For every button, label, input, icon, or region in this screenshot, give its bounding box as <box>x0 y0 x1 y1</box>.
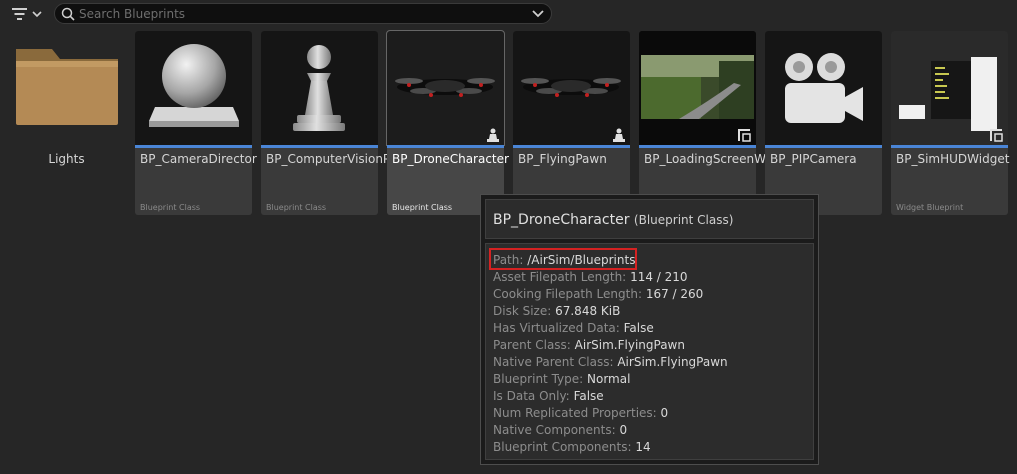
asset-type: Blueprint Class <box>266 203 327 212</box>
asset-name: BP_SimHUDWidget <box>896 152 1010 166</box>
tooltip-properties: Path: /AirSim/Blueprints Asset Filepath … <box>485 243 814 460</box>
property-value: Normal <box>587 372 631 386</box>
asset-type-bar <box>387 145 504 148</box>
property-key: Parent Class: <box>493 338 571 352</box>
asset-tile[interactable]: BP_SimHUDWidget Widget Blueprint <box>891 31 1010 215</box>
asset-tile[interactable]: BP_ComputerVisionPawn Blueprint Class <box>261 31 415 215</box>
asset-name: BP_DroneCharacter <box>392 152 509 166</box>
asset-type: Blueprint Class <box>140 203 201 212</box>
property-key: Is Data Only: <box>493 389 570 403</box>
property-row: Is Data Only: False <box>493 389 604 403</box>
property-value: 0 <box>619 423 628 437</box>
sphere-pedestal-icon <box>149 44 239 127</box>
property-value: 0 <box>660 406 669 420</box>
tooltip-asset-kind: (Blueprint Class) <box>633 213 734 227</box>
property-key: Cooking Filepath Length: <box>493 287 642 301</box>
asset-thumbnail <box>386 30 505 146</box>
filter-lines-icon <box>12 8 42 20</box>
property-row: Path: /AirSim/Blueprints <box>493 253 635 267</box>
property-row: Native Parent Class: AirSim.FlyingPawn <box>493 355 728 369</box>
search-input[interactable] <box>79 5 519 22</box>
asset-name: BP_PIPCamera <box>770 152 857 166</box>
pawn-piece-icon <box>293 45 345 131</box>
property-key: Path: <box>493 253 524 267</box>
property-key: Disk Size: <box>493 304 552 318</box>
widget-class-icon <box>738 129 751 142</box>
property-key: Native Components: <box>493 423 616 437</box>
asset-name: BP_FlyingPawn <box>518 152 607 166</box>
filter-button[interactable] <box>8 4 48 24</box>
widget-class-icon <box>990 129 1003 142</box>
property-value: 14 <box>635 440 651 454</box>
tooltip-asset-name: BP_DroneCharacter <box>493 212 630 228</box>
asset-thumbnail <box>261 31 378 145</box>
property-value: False <box>623 321 654 335</box>
tooltip-title: BP_DroneCharacter (Blueprint Class) <box>493 212 733 228</box>
folder-label: Lights <box>48 152 85 166</box>
property-key: Native Parent Class: <box>493 355 614 369</box>
asset-type-bar <box>135 145 252 148</box>
asset-type: Blueprint Class <box>392 203 453 212</box>
property-row: Parent Class: AirSim.FlyingPawn <box>493 338 685 352</box>
property-row: Asset Filepath Length: 114 / 210 <box>493 270 688 284</box>
property-value: False <box>573 389 604 403</box>
asset-thumbnail <box>891 31 1008 145</box>
search-box[interactable] <box>54 3 552 24</box>
property-row: Blueprint Type: Normal <box>493 372 630 386</box>
tooltip-header: BP_DroneCharacter (Blueprint Class) <box>485 199 814 239</box>
property-value: 67.848 KiB <box>555 304 621 318</box>
asset-tile[interactable]: BP_CameraDirector Blueprint Class <box>135 31 257 215</box>
asset-name: BP_LoadingScreenWidget <box>644 152 797 166</box>
property-value: AirSim.FlyingPawn <box>574 338 685 352</box>
search-icon <box>61 7 75 21</box>
asset-thumbnail <box>135 31 252 145</box>
property-key: Blueprint Components: <box>493 440 632 454</box>
toolbar <box>0 0 1017 28</box>
asset-type: Widget Blueprint <box>896 203 964 212</box>
asset-name: BP_CameraDirector <box>140 152 257 166</box>
asset-thumbnail <box>513 31 630 145</box>
pawn-class-icon <box>487 128 499 142</box>
asset-type-bar <box>765 145 882 148</box>
asset-tile[interactable]: BP_LoadingScreenWidget <box>639 31 797 215</box>
chevron-down-icon[interactable] <box>532 9 544 19</box>
asset-tooltip: BP_DroneCharacter (Blueprint Class) Path… <box>480 194 819 465</box>
asset-type-bar <box>513 145 630 148</box>
property-key: Num Replicated Properties: <box>493 406 657 420</box>
asset-tile[interactable]: BP_PIPCamera <box>765 31 882 215</box>
movie-camera-icon <box>785 53 863 123</box>
property-key: Has Virtualized Data: <box>493 321 620 335</box>
property-row: Num Replicated Properties: 0 <box>493 406 668 420</box>
asset-type-bar <box>891 145 1008 148</box>
pawn-class-icon <box>613 128 625 142</box>
asset-type-bar <box>639 145 756 148</box>
property-row: Has Virtualized Data: False <box>493 321 654 335</box>
property-key: Blueprint Type: <box>493 372 584 386</box>
property-value: 167 / 260 <box>645 287 704 301</box>
asset-thumbnail <box>765 31 882 145</box>
asset-name: BP_ComputerVisionPawn <box>266 152 415 166</box>
folder-icon <box>16 49 118 125</box>
asset-type-bar <box>261 145 378 148</box>
folder-tile-lights[interactable]: Lights <box>8 31 125 215</box>
property-key: Asset Filepath Length: <box>493 270 627 284</box>
asset-tile-selected[interactable]: BP_DroneCharacter Blueprint Class <box>386 30 509 215</box>
asset-tile[interactable]: BP_FlyingPawn <box>513 31 630 215</box>
property-value: 114 / 210 <box>630 270 688 284</box>
property-row: Cooking Filepath Length: 167 / 260 <box>493 287 703 301</box>
asset-thumbnail <box>639 31 756 145</box>
property-row: Native Components: 0 <box>493 423 627 437</box>
property-row: Disk Size: 67.848 KiB <box>493 304 620 318</box>
property-value: /AirSim/Blueprints <box>527 253 636 267</box>
property-value: AirSim.FlyingPawn <box>617 355 728 369</box>
property-row: Blueprint Components: 14 <box>493 440 651 454</box>
